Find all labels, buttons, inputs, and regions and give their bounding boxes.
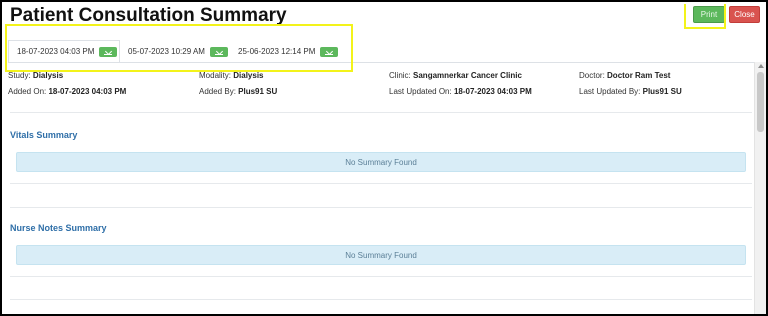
vitals-empty-message: No Summary Found — [16, 152, 746, 172]
tab-consultation-2[interactable]: 05-07-2023 10:29 AM — [120, 40, 230, 63]
tab-label: 18-07-2023 04:03 PM — [17, 47, 95, 56]
print-button[interactable]: Print — [693, 6, 725, 23]
added-by-field: Added By: Plus91 SU — [199, 87, 278, 96]
clinic-field: Clinic: Sangamnerkar Cancer Clinic — [389, 71, 522, 80]
download-icon[interactable] — [99, 46, 118, 57]
nurse-notes-summary-title: Nurse Notes Summary — [10, 223, 107, 233]
vertical-scrollbar[interactable] — [754, 62, 766, 314]
doctor-value: Doctor Ram Test — [607, 71, 671, 80]
consultation-summary-dialog: Patient Consultation Summary Print Close… — [2, 2, 766, 314]
divider — [10, 112, 752, 113]
last-updated-by-value: Plus91 SU — [642, 87, 682, 96]
page-title: Patient Consultation Summary — [10, 5, 287, 26]
scroll-thumb[interactable] — [757, 72, 764, 132]
doctor-field: Doctor: Doctor Ram Test — [579, 71, 671, 80]
added-on-value: 18-07-2023 04:03 PM — [48, 87, 127, 96]
tab-consultation-3[interactable]: 25-06-2023 12:14 PM — [230, 40, 342, 63]
last-updated-on-value: 18-07-2023 04:03 PM — [453, 87, 532, 96]
added-on-field: Added On: 18-07-2023 04:03 PM — [8, 87, 127, 96]
study-value: Dialysis — [32, 71, 64, 80]
download-icon[interactable] — [320, 46, 339, 57]
modality-value: Dialysis — [233, 71, 264, 80]
last-updated-on-field: Last Updated On: 18-07-2023 04:03 PM — [389, 87, 532, 96]
tab-label: 25-06-2023 12:14 PM — [238, 47, 316, 56]
nurse-notes-empty-message: No Summary Found — [16, 245, 746, 265]
added-by-value: Plus91 SU — [238, 87, 278, 96]
scroll-up-arrow-icon[interactable] — [758, 64, 764, 68]
tabs-divider — [8, 62, 754, 63]
tab-consultation-1[interactable]: 18-07-2023 04:03 PM — [8, 40, 120, 63]
divider — [10, 207, 752, 208]
clinic-value: Sangamnerkar Cancer Clinic — [413, 71, 522, 80]
modality-field: Modality: Dialysis — [199, 71, 264, 80]
divider — [10, 183, 752, 184]
vitals-summary-title: Vitals Summary — [10, 130, 78, 140]
close-button[interactable]: Close — [729, 6, 760, 23]
divider — [10, 276, 752, 277]
last-updated-by-field: Last Updated By: Plus91 SU — [579, 87, 682, 96]
tab-label: 05-07-2023 10:29 AM — [128, 47, 205, 56]
divider — [10, 299, 752, 300]
study-field: Study: Dialysis — [8, 71, 64, 80]
download-icon[interactable] — [209, 46, 228, 57]
